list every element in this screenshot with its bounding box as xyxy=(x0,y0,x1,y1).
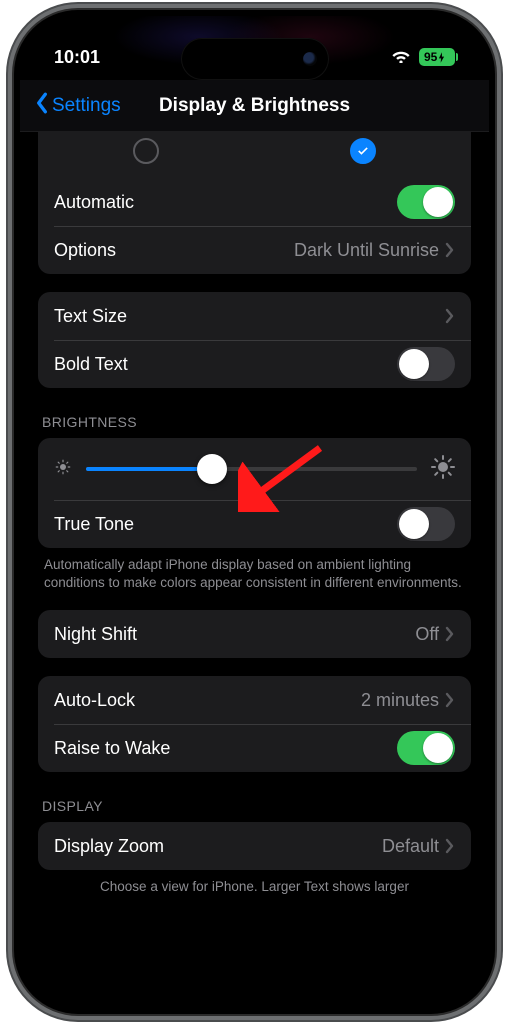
appearance-group: Automatic Options Dark Until Sunrise xyxy=(38,132,471,274)
sun-max-icon xyxy=(431,455,455,484)
options-row[interactable]: Options Dark Until Sunrise xyxy=(38,226,471,274)
chevron-right-icon xyxy=(445,838,455,854)
back-label: Settings xyxy=(52,95,121,117)
chevron-right-icon xyxy=(445,692,455,708)
night-shift-row[interactable]: Night Shift Off xyxy=(38,610,471,658)
raise-to-wake-label: Raise to Wake xyxy=(54,738,397,759)
text-group: Text Size Bold Text xyxy=(38,292,471,388)
display-group: Display Zoom Default xyxy=(38,822,471,870)
true-tone-label: True Tone xyxy=(54,514,397,535)
brightness-footer: Automatically adapt iPhone display based… xyxy=(44,556,465,592)
chevron-right-icon xyxy=(445,242,455,258)
night-shift-label: Night Shift xyxy=(54,624,415,645)
power-button xyxy=(498,270,503,380)
phone-frame: 10:01 95 Settings Display & Brightness xyxy=(14,10,495,1014)
chevron-left-icon xyxy=(34,92,50,120)
back-button[interactable]: Settings xyxy=(34,92,121,120)
night-shift-value: Off xyxy=(415,624,439,645)
brightness-slider-row xyxy=(38,438,471,500)
sun-min-icon xyxy=(54,458,72,481)
bold-text-row: Bold Text xyxy=(38,340,471,388)
navigation-bar: Settings Display & Brightness xyxy=(20,80,489,132)
true-tone-row: True Tone xyxy=(38,500,471,548)
automatic-row: Automatic xyxy=(38,178,471,226)
check-icon xyxy=(356,144,370,158)
true-tone-toggle[interactable] xyxy=(397,507,455,541)
display-footer: Choose a view for iPhone. Larger Text sh… xyxy=(44,878,465,896)
appearance-dark-radio[interactable] xyxy=(350,138,376,164)
text-size-label: Text Size xyxy=(54,306,445,327)
options-label: Options xyxy=(54,240,294,261)
battery-indicator: 95 xyxy=(419,48,455,66)
volume-down-button xyxy=(6,332,11,400)
volume-up-button xyxy=(6,248,11,316)
night-shift-group: Night Shift Off xyxy=(38,610,471,658)
auto-lock-value: 2 minutes xyxy=(361,690,439,711)
display-zoom-row[interactable]: Display Zoom Default xyxy=(38,822,471,870)
appearance-selector-row xyxy=(38,132,471,178)
brightness-header: BRIGHTNESS xyxy=(42,414,467,430)
slider-fill xyxy=(86,467,212,471)
settings-content[interactable]: Automatic Options Dark Until Sunrise Tex… xyxy=(20,132,489,1008)
display-zoom-label: Display Zoom xyxy=(54,836,382,857)
bold-text-label: Bold Text xyxy=(54,354,397,375)
brightness-slider[interactable] xyxy=(86,454,417,484)
chevron-right-icon xyxy=(445,626,455,642)
status-time: 10:01 xyxy=(54,47,100,68)
raise-to-wake-toggle[interactable] xyxy=(397,731,455,765)
raise-to-wake-row: Raise to Wake xyxy=(38,724,471,772)
wifi-icon xyxy=(391,47,411,68)
auto-lock-label: Auto-Lock xyxy=(54,690,361,711)
options-value: Dark Until Sunrise xyxy=(294,240,439,261)
display-header: DISPLAY xyxy=(42,798,467,814)
autolock-group: Auto-Lock 2 minutes Raise to Wake xyxy=(38,676,471,772)
slider-thumb[interactable] xyxy=(197,454,227,484)
chevron-right-icon xyxy=(445,308,455,324)
automatic-label: Automatic xyxy=(54,192,397,213)
text-size-row[interactable]: Text Size xyxy=(38,292,471,340)
appearance-light-radio[interactable] xyxy=(133,138,159,164)
bold-text-toggle[interactable] xyxy=(397,347,455,381)
volume-mute-switch xyxy=(6,190,11,226)
dynamic-island xyxy=(181,38,329,80)
brightness-group: True Tone xyxy=(38,438,471,548)
auto-lock-row[interactable]: Auto-Lock 2 minutes xyxy=(38,676,471,724)
display-zoom-value: Default xyxy=(382,836,439,857)
screen: 10:01 95 Settings Display & Brightness xyxy=(20,16,489,1008)
automatic-toggle[interactable] xyxy=(397,185,455,219)
